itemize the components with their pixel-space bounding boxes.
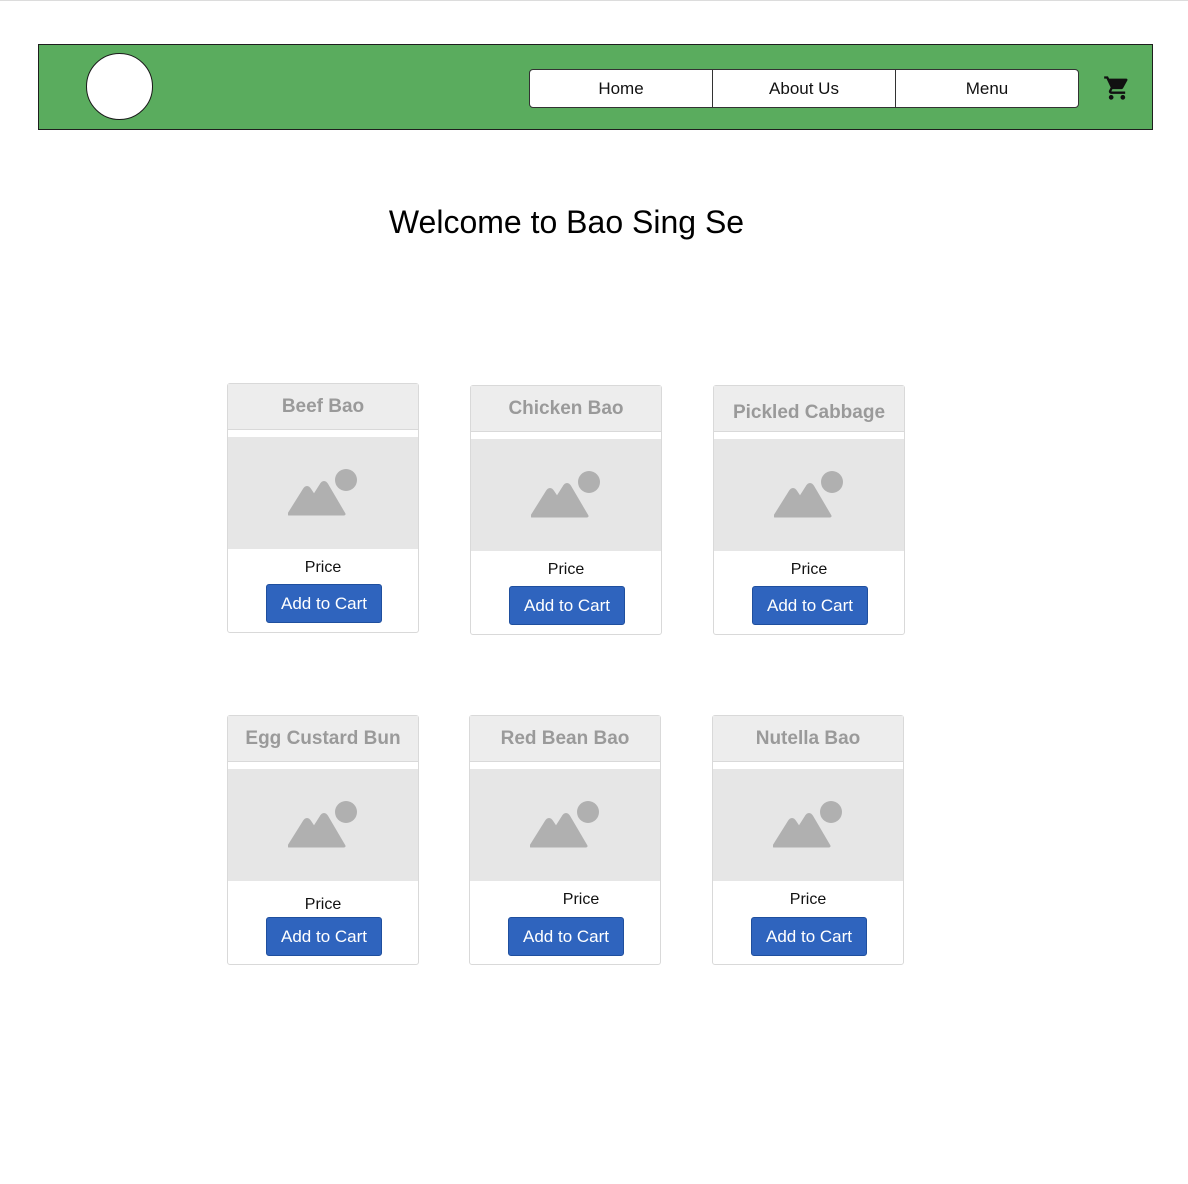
site-header: Home About Us Menu: [38, 44, 1153, 130]
logo[interactable]: [86, 53, 153, 120]
product-name: Pickled Cabbage: [714, 386, 904, 432]
image-placeholder-icon: [713, 769, 903, 881]
product-name: Red Bean Bao: [470, 716, 660, 762]
add-to-cart-button[interactable]: Add to Cart: [266, 917, 382, 956]
image-placeholder-icon: [470, 769, 660, 881]
product-price: Price: [304, 896, 342, 913]
image-placeholder-icon: [471, 439, 661, 551]
image-placeholder-icon: [228, 769, 418, 881]
add-to-cart-button[interactable]: Add to Cart: [266, 584, 382, 623]
product-price: Price: [789, 891, 827, 908]
nav-menu[interactable]: Menu: [896, 70, 1078, 107]
product-name: Chicken Bao: [471, 386, 661, 432]
shopping-cart-icon[interactable]: [1103, 74, 1131, 102]
main-nav: Home About Us Menu: [529, 69, 1079, 108]
nav-home[interactable]: Home: [530, 70, 713, 107]
page-title: Welcome to Bao Sing Se: [388, 204, 745, 240]
product-card: Chicken Bao Price Add to Cart: [470, 385, 662, 635]
product-price: Price: [790, 561, 828, 578]
product-card: Beef Bao Price Add to Cart: [227, 383, 419, 633]
image-placeholder-icon: [228, 437, 418, 549]
product-name: Beef Bao: [228, 384, 418, 430]
product-card: Nutella Bao Price Add to Cart: [712, 715, 904, 965]
add-to-cart-button[interactable]: Add to Cart: [508, 917, 624, 956]
product-price: Price: [562, 891, 600, 908]
product-card: Red Bean Bao Price Add to Cart: [469, 715, 661, 965]
product-name: Nutella Bao: [713, 716, 903, 762]
top-divider: [0, 0, 1188, 1]
product-price: Price: [304, 559, 342, 576]
product-price: Price: [547, 561, 585, 578]
add-to-cart-button[interactable]: Add to Cart: [751, 917, 867, 956]
product-name: Egg Custard Bun: [228, 716, 418, 762]
product-card: Pickled Cabbage Price Add to Cart: [713, 385, 905, 635]
nav-about-us[interactable]: About Us: [713, 70, 896, 107]
add-to-cart-button[interactable]: Add to Cart: [509, 586, 625, 625]
image-placeholder-icon: [714, 439, 904, 551]
add-to-cart-button[interactable]: Add to Cart: [752, 586, 868, 625]
product-card: Egg Custard Bun Price Add to Cart: [227, 715, 419, 965]
